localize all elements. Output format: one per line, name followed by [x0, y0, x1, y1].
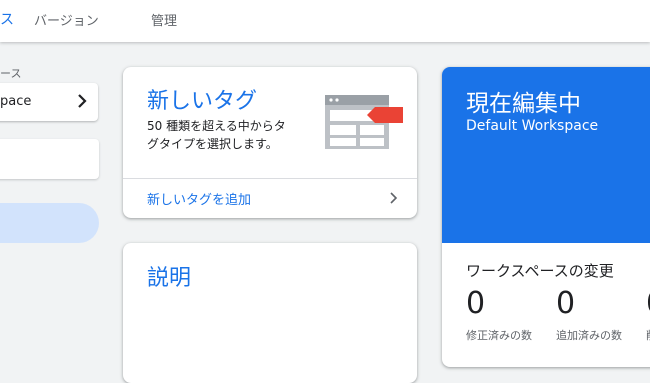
description-card: 説明 [123, 243, 417, 383]
chevron-right-icon [78, 94, 87, 108]
now-editing-card: 現在編集中 Default Workspace ワークスペースの変更 0 修正済… [442, 67, 650, 367]
tab-workspace[interactable]: ス [0, 9, 14, 29]
chevron-right-icon[interactable] [387, 190, 401, 206]
now-editing-title: 現在編集中 [466, 91, 581, 117]
new-tag-description: 50 種類を超える中からタグタイプを選択します。 [147, 119, 286, 151]
modified-count: 0 [466, 286, 486, 321]
added-label: 追加済みの数 [556, 329, 622, 342]
tab-versions[interactable]: バージョン [34, 10, 99, 29]
current-workspace-name: Default Workspace [466, 118, 599, 134]
add-new-tag-link[interactable]: 新しいタグを追加 [147, 189, 251, 208]
new-tag-card: 新しいタグ 50 種類を超える中からタグタイプを選択します。 新しいタグを追加 [123, 67, 417, 218]
deleted-label: 削 [646, 327, 650, 343]
card-divider [123, 178, 417, 179]
description-title: 説明 [147, 266, 192, 291]
deleted-count: 0 [646, 286, 650, 321]
added-count: 0 [556, 286, 576, 321]
workspace-changes-title: ワークスペースの変更 [466, 262, 614, 280]
workspace-selector[interactable]: pace [0, 83, 98, 121]
now-editing-header: 現在編集中 Default Workspace [442, 67, 650, 243]
search-input[interactable] [0, 139, 99, 179]
modified-label: 修正済みの数 [466, 329, 532, 342]
workspace-label: ース [0, 67, 22, 80]
tag-illustration-icon [325, 95, 403, 149]
tab-admin[interactable]: 管理 [151, 10, 177, 29]
workspace-selector-value: pace [0, 94, 32, 109]
sidebar-item-overview[interactable] [0, 203, 99, 243]
new-tag-title[interactable]: 新しいタグ [147, 83, 257, 115]
top-nav-bar: ス バージョン 管理 [0, 0, 650, 42]
